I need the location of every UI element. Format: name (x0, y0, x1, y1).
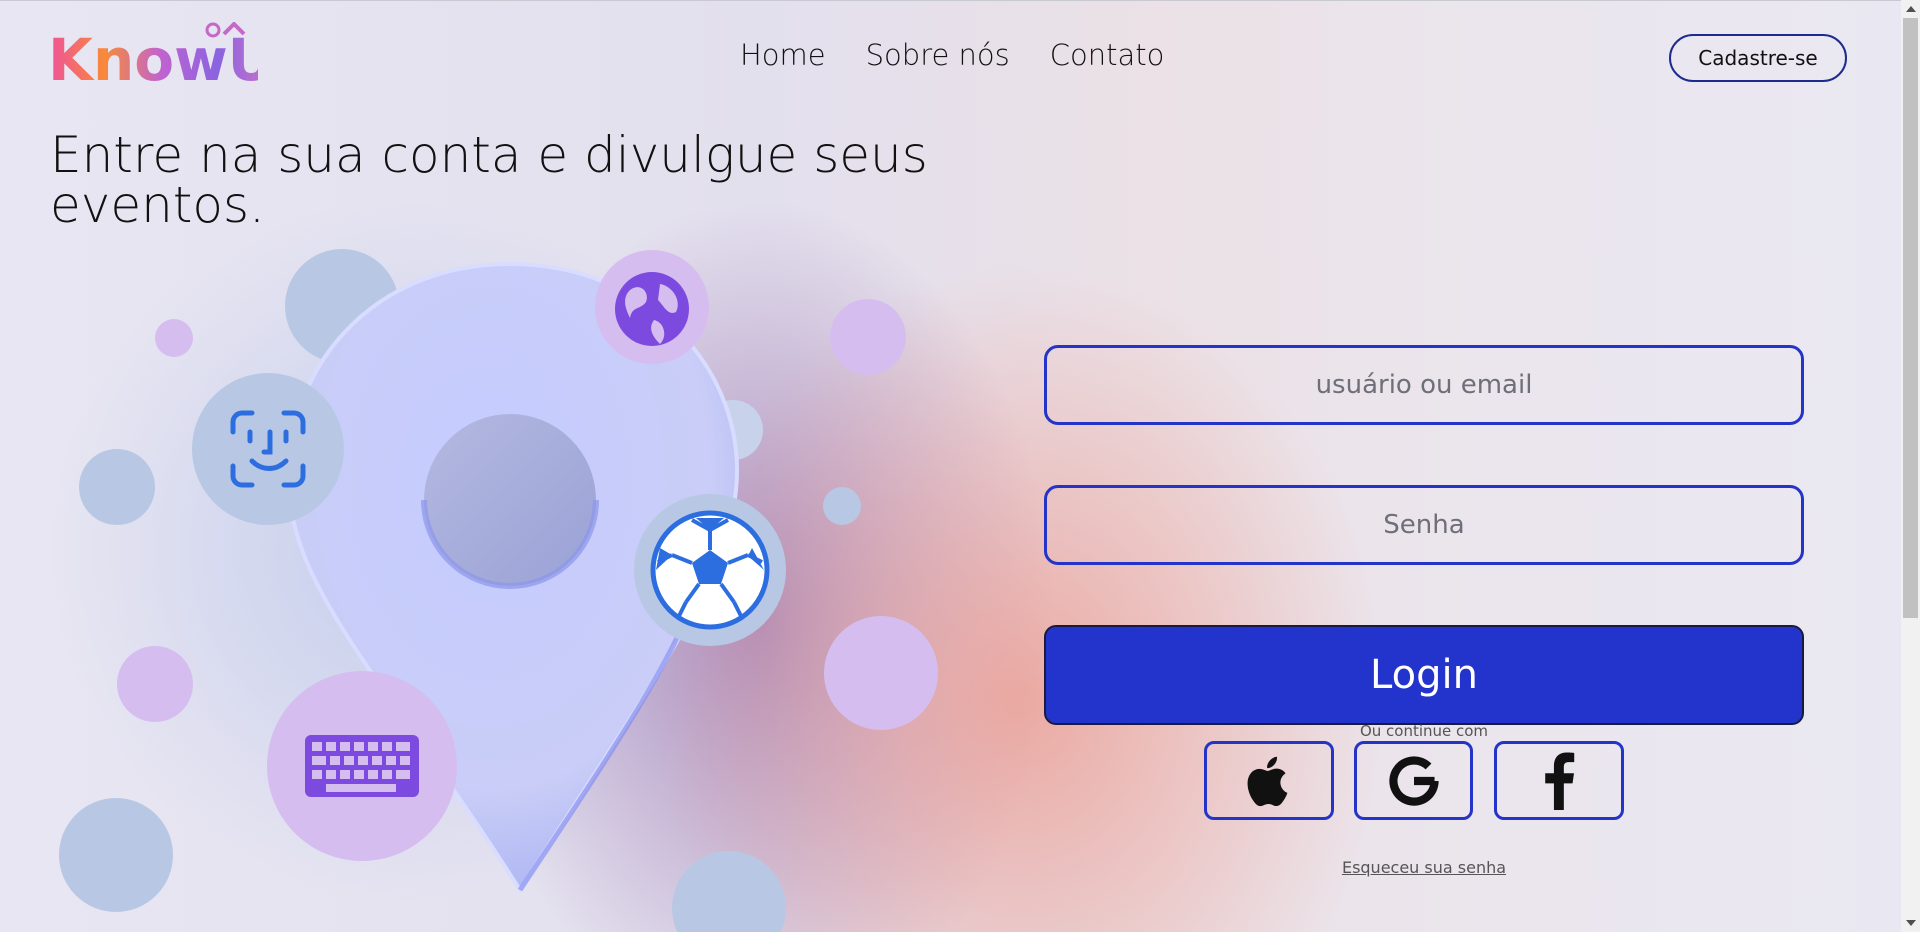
bubble (672, 851, 786, 932)
facebook-icon (1545, 751, 1575, 810)
globe-icon (595, 250, 709, 364)
or-continue-label: Ou continue com (1359, 722, 1489, 740)
nav-sobre-nos[interactable]: Sobre nós (866, 38, 1010, 72)
logo-text: KnowU (48, 26, 258, 92)
scroll-up-arrow-icon[interactable] (1906, 6, 1916, 12)
logo-graphic: KnowU (48, 21, 275, 94)
bubble (830, 299, 906, 375)
bubble (79, 449, 155, 525)
top-border (0, 0, 1901, 1)
knowu-logo[interactable]: KnowU (48, 21, 275, 94)
apple-login-button[interactable] (1204, 741, 1334, 820)
bubble (117, 646, 193, 722)
scrollbar-thumb[interactable] (1903, 18, 1918, 618)
forgot-password-link[interactable]: Esqueceu sua senha (1044, 858, 1804, 877)
scroll-down-arrow-icon[interactable] (1906, 920, 1916, 926)
nav-home[interactable]: Home (740, 38, 826, 72)
bubble (824, 616, 938, 730)
nav-contato[interactable]: Contato (1050, 38, 1165, 72)
bubble (59, 798, 173, 912)
signup-button[interactable]: Cadastre-se (1669, 34, 1847, 82)
login-button[interactable]: Login (1044, 625, 1804, 725)
password-input[interactable] (1044, 485, 1804, 565)
hero-illustration (59, 249, 938, 932)
google-login-button[interactable] (1354, 741, 1473, 820)
apple-icon (1247, 756, 1288, 806)
google-icon (1388, 755, 1439, 806)
main-nav: Home Sobre nós Contato (740, 38, 1164, 72)
soccer-ball-icon (634, 494, 786, 646)
facebook-login-button[interactable] (1494, 741, 1624, 820)
keyboard-icon (267, 671, 457, 861)
username-email-input[interactable] (1044, 345, 1804, 425)
bubble (155, 319, 193, 357)
bubble (823, 487, 861, 525)
page-title: Entre na sua conta e divulgue seus event… (50, 126, 928, 234)
face-id-icon (192, 373, 344, 525)
